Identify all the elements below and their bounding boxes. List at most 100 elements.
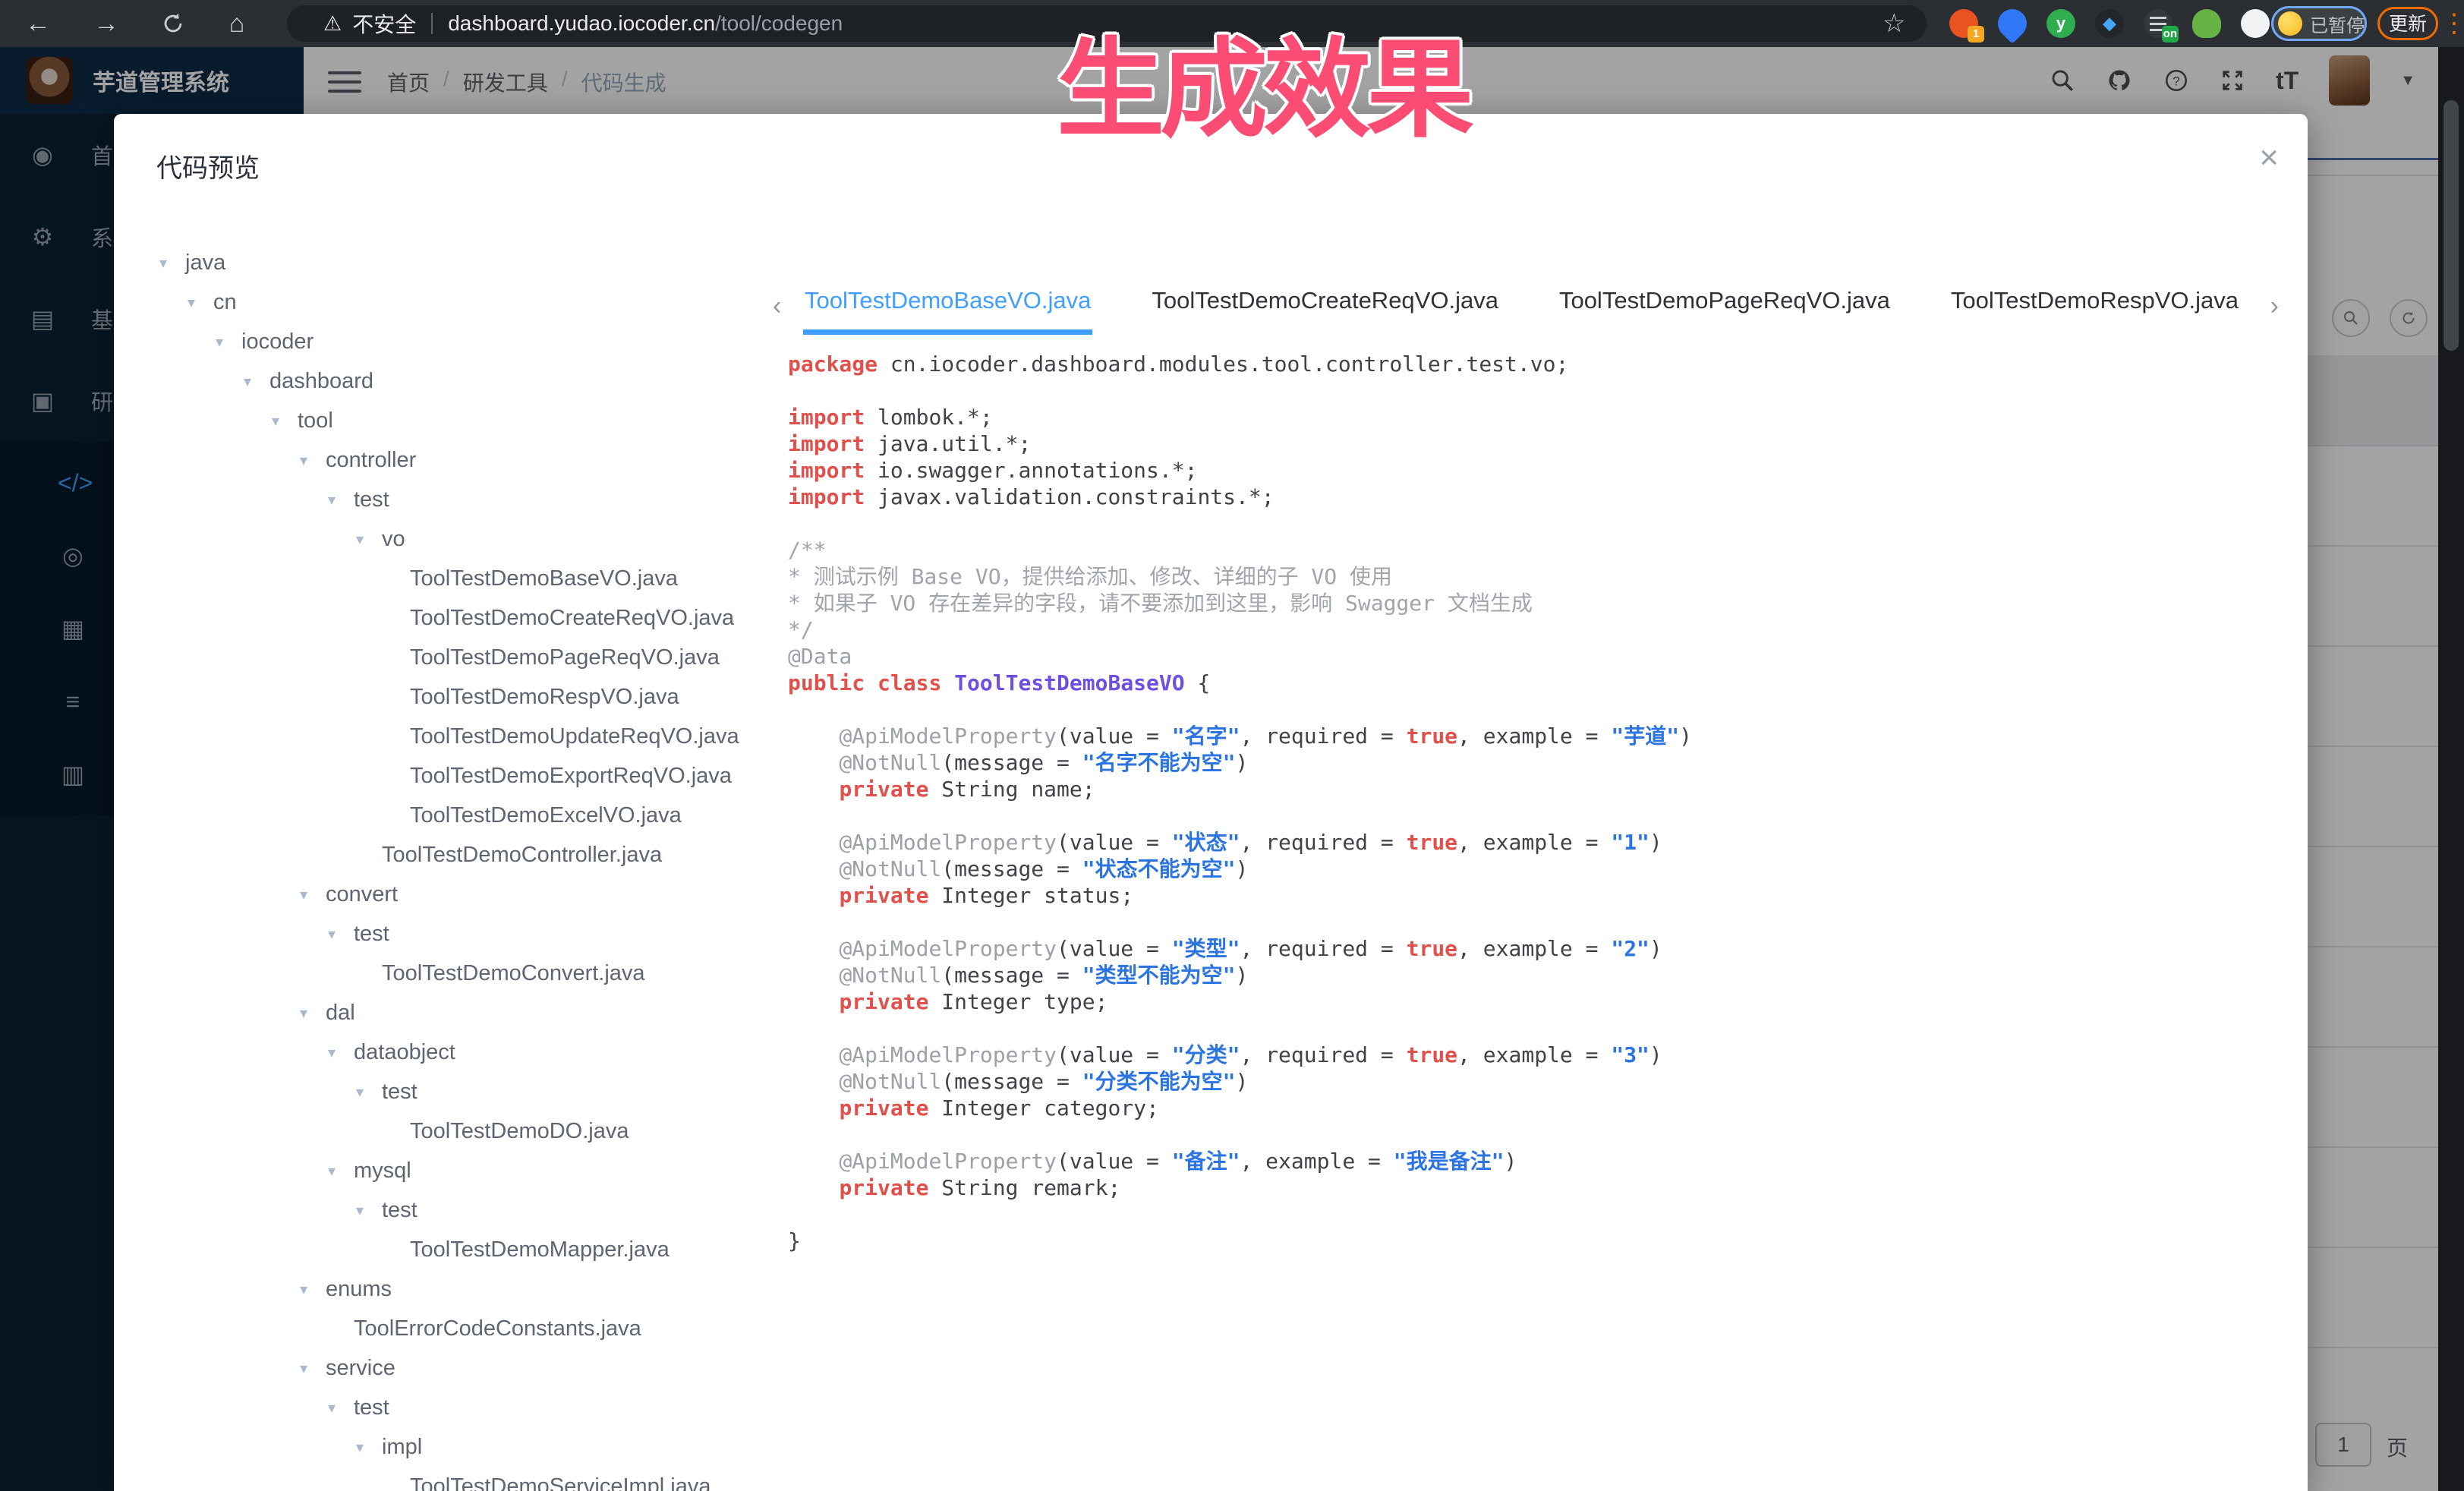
caret-down-icon[interactable]: ▾ <box>300 1004 323 1023</box>
tree-node-file[interactable]: ToolTestDemoPageReqVO.java <box>137 638 767 677</box>
tree-node-label: ToolTestDemoConvert.java <box>382 961 645 986</box>
tree-node-folder[interactable]: ▾test <box>137 1072 767 1111</box>
code-line: import lombok.*; <box>788 404 2291 430</box>
browser-reload-icon[interactable] <box>155 6 191 41</box>
tree-node-folder[interactable]: ▾iocoder <box>137 322 767 361</box>
extension-badge: 1 <box>1968 26 1984 43</box>
tree-node-folder[interactable]: ▾enums <box>137 1269 767 1309</box>
tree-node-folder[interactable]: ▾controller <box>137 440 767 480</box>
caret-down-icon[interactable]: ▾ <box>300 1280 323 1299</box>
tree-node-folder[interactable]: ▾java <box>137 243 767 282</box>
caret-down-icon[interactable]: ▾ <box>328 490 351 509</box>
diamond-extension-icon[interactable]: ◆ <box>2095 9 2124 38</box>
tree-node-file[interactable]: ToolTestDemoRespVO.java <box>137 677 767 717</box>
caret-down-icon[interactable]: ▾ <box>356 1083 379 1102</box>
caret-down-icon[interactable]: ▾ <box>356 1438 379 1457</box>
not-secure-label[interactable]: 不安全 <box>352 8 416 39</box>
tree-node-folder[interactable]: ▾impl <box>137 1427 767 1467</box>
list-on-extension-icon[interactable]: on <box>2144 9 2173 38</box>
tab-file[interactable]: ToolTestDemoRespVO.java <box>1949 275 2240 329</box>
tree-node-folder[interactable]: ▾dashboard <box>137 361 767 401</box>
code-line: import java.util.*; <box>788 430 2291 457</box>
code-line: private Integer status; <box>788 882 2291 909</box>
tree-node-file[interactable]: ToolTestDemoCreateReqVO.java <box>137 598 767 638</box>
tree-node-label: ToolTestDemoPageReqVO.java <box>410 645 720 670</box>
tree-node-label: vo <box>382 527 405 552</box>
tree-node-label: iocoder <box>241 329 314 355</box>
tree-node-label: enums <box>326 1277 392 1302</box>
code-line: public class ToolTestDemoBaseVO { <box>788 670 2291 696</box>
caret-down-icon[interactable]: ▾ <box>356 1201 379 1220</box>
browser-profile-chip[interactable]: 已暂停 <box>2271 6 2367 41</box>
tree-node-folder[interactable]: ▾service <box>137 1348 767 1388</box>
tabs-scroll-left-icon[interactable]: ‹ <box>773 292 781 321</box>
code-line: @ApiModelProperty(value = "分类", required… <box>788 1042 2291 1068</box>
tree-node-file[interactable]: ToolTestDemoBaseVO.java <box>137 559 767 598</box>
not-secure-warning-icon: ⚠ <box>323 12 342 36</box>
caret-down-icon[interactable]: ▾ <box>272 411 295 430</box>
scrollbar-thumb[interactable] <box>2444 100 2459 351</box>
caret-down-icon[interactable]: ▾ <box>328 1162 351 1181</box>
caret-down-icon[interactable]: ▾ <box>356 530 379 549</box>
tree-node-label: ToolTestDemoCreateReqVO.java <box>410 606 734 631</box>
browser-scrollbar[interactable] <box>2438 47 2464 1491</box>
tree-node-folder[interactable]: ▾convert <box>137 875 767 914</box>
caret-down-icon[interactable]: ▾ <box>187 293 210 312</box>
tabs-scroll-right-icon[interactable]: › <box>2270 292 2279 321</box>
tree-node-label: controller <box>326 448 416 473</box>
tree-node-folder[interactable]: ▾test <box>137 1190 767 1230</box>
tab-file[interactable]: ToolTestDemoBaseVO.java <box>803 275 1092 335</box>
caret-down-icon[interactable]: ▾ <box>328 925 351 944</box>
bookmark-star-icon[interactable]: ☆ <box>1883 8 1905 39</box>
tree-node-folder[interactable]: ▾mysql <box>137 1151 767 1190</box>
code-line <box>788 802 2291 829</box>
tree-node-file[interactable]: ToolTestDemoServiceImpl.java <box>137 1467 767 1491</box>
tree-node-file[interactable]: ToolTestDemoUpdateReqVO.java <box>137 717 767 756</box>
code-line: import io.swagger.annotations.*; <box>788 457 2291 484</box>
caret-down-icon[interactable]: ▾ <box>328 1398 351 1417</box>
tree-node-folder[interactable]: ▾dataobject <box>137 1032 767 1072</box>
tree-node-folder[interactable]: ▾tool <box>137 401 767 440</box>
puzzle-extension-icon[interactable] <box>2241 9 2270 38</box>
code-line: @ApiModelProperty(value = "状态", required… <box>788 829 2291 856</box>
tree-node-file[interactable]: ToolTestDemoExportReqVO.java <box>137 756 767 796</box>
browser-home-icon[interactable]: ⌂ <box>219 6 255 41</box>
browser-update-button[interactable]: 更新 <box>2377 7 2438 40</box>
browser-menu-icon[interactable]: ⋮ <box>2441 6 2464 41</box>
tree-node-file[interactable]: ToolTestDemoExcelVO.java <box>137 796 767 835</box>
tree-node-folder[interactable]: ▾vo <box>137 519 767 559</box>
tree-node-file[interactable]: ToolTestDemoMapper.java <box>137 1230 767 1269</box>
caret-down-icon[interactable]: ▾ <box>216 333 238 351</box>
tree-node-label: convert <box>326 882 398 907</box>
caret-down-icon[interactable]: ▾ <box>328 1043 351 1062</box>
tree-node-folder[interactable]: ▾test <box>137 1388 767 1427</box>
tree-node-file[interactable]: ToolTestDemoController.java <box>137 835 767 875</box>
browser-back-icon[interactable]: ← <box>20 6 56 41</box>
caret-down-icon[interactable]: ▾ <box>300 1359 323 1378</box>
tree-node-folder[interactable]: ▾cn <box>137 282 767 322</box>
tree-node-file[interactable]: ToolTestDemoConvert.java <box>137 954 767 993</box>
tab-file[interactable]: ToolTestDemoPageReqVO.java <box>1558 275 1892 329</box>
browser-forward-icon[interactable]: → <box>88 6 124 41</box>
tree-node-file[interactable]: ToolTestDemoDO.java <box>137 1111 767 1151</box>
caret-down-icon[interactable]: ▾ <box>300 451 323 470</box>
tree-node-label: service <box>326 1356 395 1381</box>
extensions-row: 1 y ◆ on <box>1949 8 2270 39</box>
close-icon[interactable]: × <box>2259 141 2279 175</box>
tab-file[interactable]: ToolTestDemoCreateReqVO.java <box>1150 275 1500 329</box>
code-line: @NotNull(message = "类型不能为空") <box>788 962 2291 988</box>
caret-down-icon[interactable]: ▾ <box>244 372 266 391</box>
ubuntu-extension-icon[interactable]: 1 <box>1949 9 1978 38</box>
tree-node-folder[interactable]: ▾test <box>137 914 767 954</box>
caret-down-icon[interactable]: ▾ <box>159 254 182 273</box>
tree-node-folder[interactable]: ▾test <box>137 480 767 519</box>
plant-extension-icon[interactable] <box>2192 9 2221 38</box>
green-y-extension-icon[interactable]: y <box>2047 9 2075 38</box>
file-tabs: ToolTestDemoBaseVO.java ToolTestDemoCreat… <box>803 275 2247 339</box>
tree-node-folder[interactable]: ▾dal <box>137 993 767 1032</box>
tree-node-label: ToolTestDemoMapper.java <box>410 1237 670 1262</box>
tree-node-label: mysql <box>354 1158 411 1184</box>
tree-node-file[interactable]: ToolErrorCodeConstants.java <box>137 1309 767 1348</box>
caret-down-icon[interactable]: ▾ <box>300 885 323 904</box>
water-drop-extension-icon[interactable] <box>1992 3 2033 44</box>
